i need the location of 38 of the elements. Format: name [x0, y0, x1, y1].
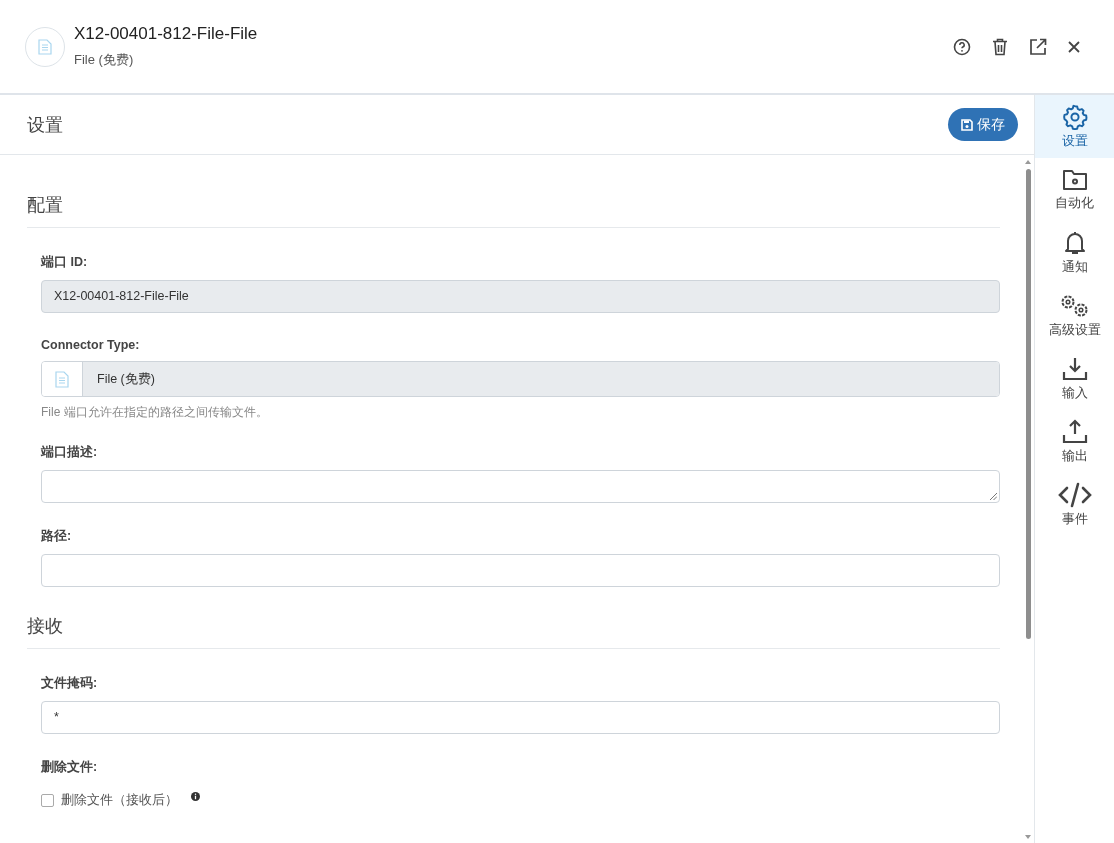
field-label: 路径:	[41, 528, 73, 545]
connector-title: X12-00401-812-File-File	[74, 24, 258, 44]
external-link-icon[interactable]	[1029, 37, 1047, 56]
section-heading: 配置	[27, 193, 1000, 228]
folder-gear-icon	[1061, 167, 1088, 192]
save-button[interactable]: 保存	[948, 108, 1018, 141]
close-icon[interactable]	[1068, 40, 1080, 53]
nav-tab[interactable]: 自动化	[1035, 158, 1114, 221]
field-label: Connector Type:	[41, 338, 141, 352]
nav-tab[interactable]: 事件	[1035, 473, 1114, 536]
nav-tab[interactable]: 输入	[1035, 347, 1114, 410]
panel-title: 设置	[27, 113, 63, 137]
nav-tab[interactable]: 设置	[1035, 95, 1114, 158]
text-field[interactable]: *	[41, 701, 1000, 734]
info-icon	[191, 792, 200, 801]
field-hint: File 端口允许在指定的路径之间传输文件。	[41, 404, 269, 421]
description-field[interactable]	[41, 470, 1000, 503]
download-tray-icon	[1061, 355, 1088, 382]
field-label: 端口描述:	[41, 444, 99, 461]
section-heading: 接收	[27, 614, 1000, 649]
field-label: 文件掩码:	[41, 675, 99, 692]
nav-tab[interactable]: 高级设置	[1035, 284, 1114, 347]
upload-tray-icon	[1061, 418, 1088, 445]
checkbox-label[interactable]: 删除文件（接收后）	[61, 792, 178, 809]
field-label: 端口 ID:	[41, 254, 89, 271]
help-icon[interactable]	[953, 37, 971, 56]
port-id-field[interactable]: X12-00401-812-File-File	[41, 280, 1000, 313]
code-icon	[1057, 481, 1092, 508]
trash-icon[interactable]	[992, 37, 1008, 56]
nav-tab[interactable]: 输出	[1035, 410, 1114, 473]
resize-grip-icon[interactable]	[990, 493, 997, 500]
gear-icon	[1061, 103, 1088, 130]
checkbox[interactable]	[41, 794, 54, 807]
field-label: 删除文件:	[41, 759, 99, 776]
text-field[interactable]	[41, 554, 1000, 587]
connector-subtitle: File (免费)	[74, 51, 135, 69]
nav-tab[interactable]: 通知	[1035, 221, 1114, 284]
bell-icon	[1062, 229, 1087, 256]
